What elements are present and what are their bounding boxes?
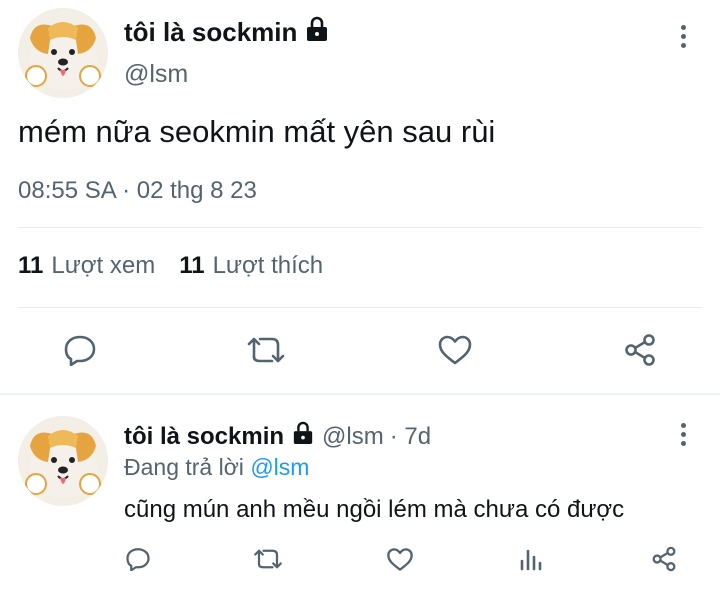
lock-icon (305, 16, 329, 49)
like-icon[interactable] (435, 330, 475, 370)
reply-author-row[interactable]: tôi là sockmin @lsm · 7d (124, 421, 431, 452)
dog-avatar-icon (18, 8, 108, 98)
author-handle[interactable]: @lsm (124, 60, 188, 89)
views-label: Lượt xem (51, 252, 156, 279)
likes-label: Lượt thích (212, 252, 324, 279)
share-icon[interactable] (648, 543, 680, 575)
replying-to-label: Đang trả lời (124, 454, 244, 480)
share-icon[interactable] (620, 330, 660, 370)
engagement-stats: 11 Lượt xem 11 Lượt thích (18, 252, 347, 280)
author-handle[interactable]: @lsm (322, 423, 384, 451)
views-count: 11 (18, 252, 44, 279)
reply-icon[interactable] (60, 330, 100, 370)
section-divider (0, 393, 720, 395)
like-icon[interactable] (384, 543, 416, 575)
likes-stat[interactable]: 11 Lượt thích (179, 252, 323, 280)
display-name[interactable]: tôi là sockmin (124, 423, 284, 451)
reply-icon[interactable] (122, 543, 154, 575)
avatar[interactable] (18, 8, 108, 98)
replying-to: Đang trả lời @lsm (124, 454, 309, 481)
more-options-icon[interactable] (671, 20, 695, 52)
more-options-icon[interactable] (671, 418, 695, 450)
reply-text: cũng mún anh mều ngồi lém mà chưa có đượ… (124, 496, 625, 523)
retweet-icon[interactable] (245, 330, 287, 370)
divider (18, 307, 702, 308)
divider (18, 227, 702, 228)
tweet-timestamp[interactable]: 08:55 SA · 02 thg 8 23 (18, 177, 257, 205)
lock-icon (292, 421, 314, 452)
display-name[interactable]: tôi là sockmin (124, 17, 297, 48)
author-name-row[interactable]: tôi là sockmin (124, 16, 329, 49)
views-icon[interactable] (515, 543, 547, 575)
dog-avatar-icon (18, 416, 108, 506)
views-stat[interactable]: 11 Lượt xem (18, 252, 155, 280)
tweet-text: mém nữa seokmin mất yên sau rùi (18, 114, 496, 149)
avatar[interactable] (18, 416, 108, 506)
likes-count: 11 (179, 252, 205, 279)
retweet-icon[interactable] (250, 543, 286, 575)
replying-to-handle[interactable]: @lsm (250, 454, 309, 480)
tweet-age: · 7d (389, 422, 432, 450)
